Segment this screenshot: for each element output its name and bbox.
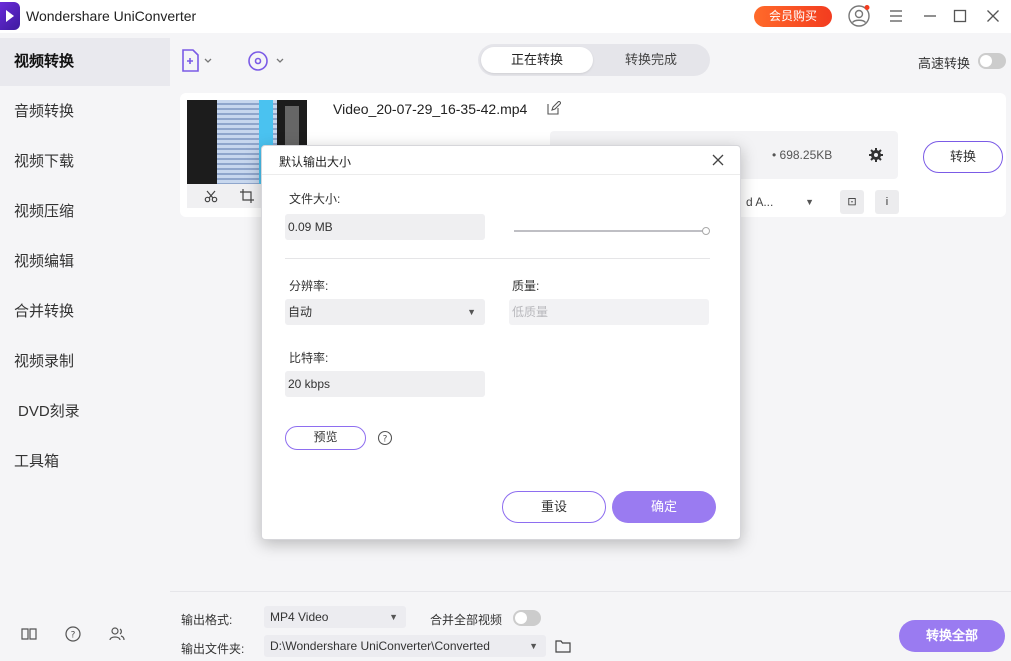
close-icon[interactable] — [981, 4, 1005, 28]
sidebar-item-toolbox[interactable]: 工具箱 — [0, 438, 170, 486]
sidebar-item-video-download[interactable]: 视频下载 — [0, 138, 170, 186]
file-size-slider[interactable] — [514, 227, 710, 235]
sidebar: 视频转换 音频转换 视频下载 视频压缩 视频编辑 合并转换 视频录制 DVD刻录… — [0, 33, 170, 661]
info-button[interactable]: i — [875, 190, 899, 214]
audio-track-select[interactable]: d A... ▼ — [740, 190, 822, 214]
file-name: Video_20-07-29_16-35-42.mp4 — [333, 101, 527, 117]
add-dvd-icon[interactable] — [246, 47, 286, 75]
high-speed-toggle[interactable] — [978, 53, 1006, 69]
sidebar-item-audio-convert[interactable]: 音频转换 — [0, 88, 170, 136]
app-logo-icon — [0, 2, 20, 30]
vip-purchase-button[interactable]: 会员购买 — [754, 6, 832, 27]
title-bar: Wondershare UniConverter 会员购买 — [0, 0, 1011, 33]
resolution-value: 自动 — [288, 305, 312, 319]
users-icon[interactable] — [108, 625, 126, 643]
preview-button[interactable]: 预览 — [285, 426, 366, 450]
bitrate-field[interactable]: 20 kbps — [285, 371, 485, 397]
app-title: Wondershare UniConverter — [26, 8, 196, 24]
output-format-label: 输出格式: — [181, 611, 232, 628]
add-file-icon[interactable] — [180, 47, 220, 75]
help-circle-icon[interactable]: ? — [64, 625, 82, 643]
output-folder-label: 输出文件夹: — [181, 640, 244, 657]
chevron-down-icon: ▼ — [389, 606, 398, 628]
merge-all-label: 合并全部视频 — [430, 611, 502, 628]
book-icon[interactable] — [20, 625, 38, 643]
sidebar-item-video-edit[interactable]: 视频编辑 — [0, 238, 170, 286]
folder-icon[interactable] — [555, 639, 571, 653]
sidebar-item-merge[interactable]: 合并转换 — [0, 288, 170, 336]
rename-edit-icon[interactable] — [547, 101, 561, 115]
dialog-header-divider — [262, 174, 740, 175]
reset-button[interactable]: 重设 — [502, 491, 606, 523]
svg-text:?: ? — [383, 435, 388, 445]
bitrate-label: 比特率: — [289, 349, 328, 366]
sidebar-item-video-compress[interactable]: 视频压缩 — [0, 188, 170, 236]
chevron-down-icon: ▼ — [467, 299, 476, 325]
footer-bar: 输出格式: MP4 Video ▼ 合并全部视频 输出文件夹: D:\Wonde… — [170, 591, 1011, 661]
tab-completed[interactable]: 转换完成 — [595, 47, 707, 73]
file-size-field[interactable]: 0.09 MB — [285, 214, 485, 240]
maximize-icon[interactable] — [948, 4, 972, 28]
audio-track-value: d A... — [746, 195, 773, 209]
dialog-divider — [285, 258, 710, 259]
output-size: • 698.25KB — [772, 148, 832, 162]
subtitle-icon[interactable]: ⊡ — [840, 190, 864, 214]
gear-icon[interactable] — [868, 147, 884, 163]
chevron-down-icon: ▼ — [805, 190, 814, 214]
sidebar-item-screen-record[interactable]: 视频录制 — [0, 338, 170, 386]
output-format-select[interactable]: MP4 Video ▼ — [264, 606, 406, 628]
default-output-size-dialog: 默认输出大小 文件大小: 0.09 MB 分辨率: 自动 ▼ 质量: 低质量 比… — [261, 145, 741, 540]
status-tabs: 正在转换 转换完成 — [478, 44, 710, 76]
quality-field: 低质量 — [509, 299, 709, 325]
chevron-down-icon: ▼ — [529, 635, 538, 657]
svg-text:?: ? — [71, 631, 76, 641]
help-icon[interactable]: ? — [377, 430, 393, 446]
crop-icon[interactable] — [240, 189, 254, 203]
user-account-icon[interactable] — [847, 4, 871, 28]
output-format-value: MP4 Video — [270, 610, 328, 624]
sidebar-item-dvd-burn[interactable]: DVD刻录 — [0, 388, 170, 436]
close-icon[interactable] — [710, 152, 726, 168]
sidebar-item-video-convert[interactable]: 视频转换 — [0, 38, 170, 86]
resolution-label: 分辨率: — [289, 277, 328, 294]
convert-all-button[interactable]: 转换全部 — [899, 620, 1005, 652]
resolution-select[interactable]: 自动 ▼ — [285, 299, 485, 325]
quality-label: 质量: — [512, 277, 539, 294]
menu-icon[interactable] — [884, 4, 908, 28]
dialog-title: 默认输出大小 — [279, 153, 351, 170]
high-speed-label: 高速转换 — [918, 53, 970, 72]
output-folder-select[interactable]: D:\Wondershare UniConverter\Converted ▼ — [264, 635, 546, 657]
slider-handle[interactable] — [702, 227, 710, 235]
output-folder-value: D:\Wondershare UniConverter\Converted — [270, 639, 490, 653]
confirm-button[interactable]: 确定 — [612, 491, 716, 523]
tab-converting[interactable]: 正在转换 — [481, 47, 593, 73]
merge-all-toggle[interactable] — [513, 610, 541, 626]
cut-icon[interactable] — [204, 189, 218, 203]
convert-button[interactable]: 转换 — [923, 141, 1003, 173]
minimize-icon[interactable] — [918, 4, 942, 28]
file-size-label: 文件大小: — [289, 190, 340, 207]
